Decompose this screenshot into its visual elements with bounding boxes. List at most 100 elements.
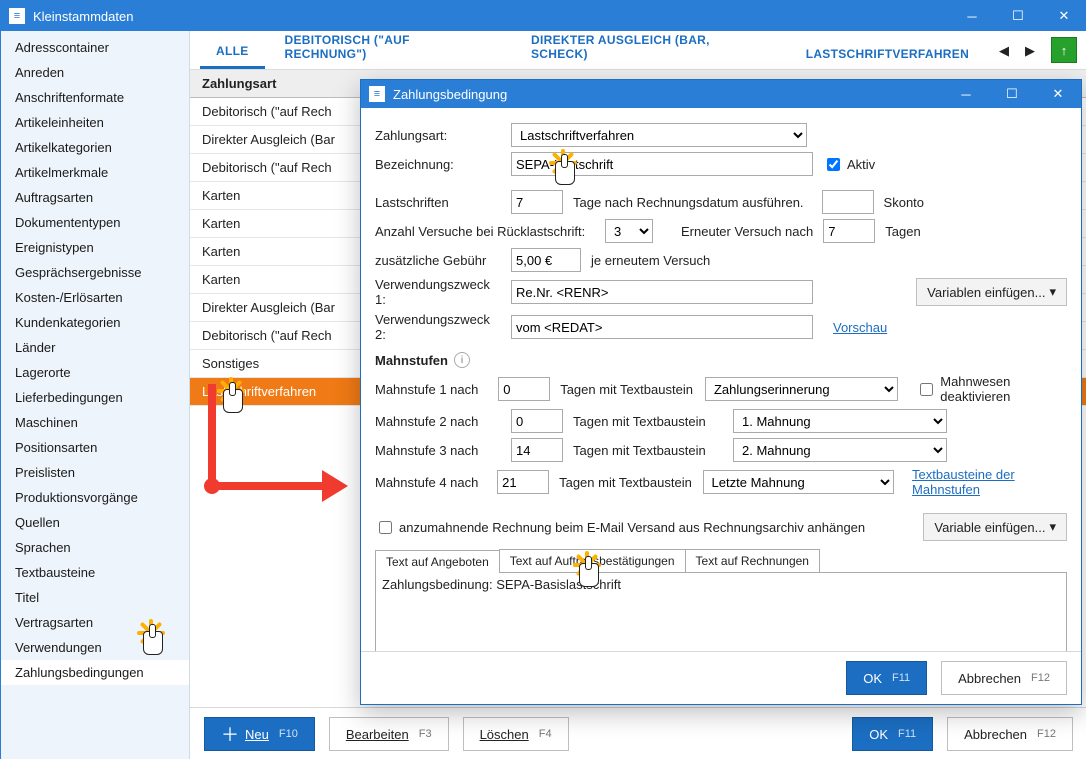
sidebar-item[interactable]: Kundenkategorien — [1, 310, 189, 335]
dialog-title: Zahlungsbedingung — [393, 87, 943, 102]
tagen-label: Tagen — [885, 224, 920, 239]
cancel-button[interactable]: AbbrechenF12 — [947, 717, 1073, 751]
mahnstufen-heading: Mahnstufen — [375, 353, 448, 368]
sidebar-item[interactable]: Preislisten — [1, 460, 189, 485]
chevron-down-icon: ▾ — [1049, 284, 1056, 300]
sidebar-item[interactable]: Auftragsarten — [1, 185, 189, 210]
text-tab[interactable]: Text auf Angeboten — [375, 550, 500, 573]
je-versuch-text: je erneutem Versuch — [591, 253, 710, 268]
sidebar-item[interactable]: Anschriftenformate — [1, 85, 189, 110]
rueck-versuche-select[interactable]: 3 — [605, 219, 653, 243]
anhang-checkbox[interactable]: anzumahnende Rechnung beim E-Mail Versan… — [375, 518, 865, 537]
mahnstufe-label: Mahnstufe 1 nach — [375, 382, 488, 397]
sidebar-item[interactable]: Quellen — [1, 510, 189, 535]
minimize-button[interactable]: ─ — [949, 1, 995, 31]
skonto-input[interactable] — [822, 190, 874, 214]
variablen-einfuegen-button[interactable]: Variablen einfügen... ▾ — [916, 278, 1067, 306]
lastschriften-label: Lastschriften — [375, 195, 501, 210]
delete-button[interactable]: LöschenF4 — [463, 717, 569, 751]
new-button[interactable]: ＋ NeuF10 — [204, 717, 315, 751]
bezeichnung-label: Bezeichnung: — [375, 157, 501, 172]
tagen-text: Tagen mit Textbaustein — [573, 414, 723, 429]
tab[interactable]: ALLE — [200, 34, 265, 69]
dialog-close-button[interactable]: ✕ — [1035, 79, 1081, 109]
sidebar-item[interactable]: Maschinen — [1, 410, 189, 435]
sidebar-item[interactable]: Textbausteine — [1, 560, 189, 585]
sidebar-item[interactable]: Anreden — [1, 60, 189, 85]
close-button[interactable]: ✕ — [1041, 1, 1086, 31]
window-title: Kleinstammdaten — [33, 9, 949, 24]
sidebar-item[interactable]: Verwendungen — [1, 635, 189, 660]
vz1-input[interactable] — [511, 280, 813, 304]
mahnstufe-tage-input[interactable] — [511, 438, 563, 462]
sidebar-item[interactable]: Titel — [1, 585, 189, 610]
mahnstufe-tage-input[interactable] — [497, 470, 549, 494]
anzahl-versuche-label: Anzahl Versuche bei Rücklastschrift: — [375, 224, 595, 239]
sidebar-item[interactable]: Dokumententypen — [1, 210, 189, 235]
sidebar-item[interactable]: Adresscontainer — [1, 35, 189, 60]
sidebar-item[interactable]: Kosten-/Erlösarten — [1, 285, 189, 310]
gebuehr-label: zusätzliche Gebühr — [375, 253, 501, 268]
sidebar-item[interactable]: Positionsarten — [1, 435, 189, 460]
sidebar-item[interactable]: Ereignistypen — [1, 235, 189, 260]
sidebar-item[interactable]: Vertragsarten — [1, 610, 189, 635]
mahnstufe-baustein-select[interactable]: 1. Mahnung — [733, 409, 947, 433]
tab[interactable]: DIREKTER AUSGLEICH (BAR, SCHECK) — [515, 23, 786, 69]
dialog-ok-button[interactable]: OKF11 — [846, 661, 927, 695]
text-content[interactable]: Zahlungsbedinung: SEPA-Basislastschrift — [375, 573, 1067, 651]
plus-icon: ＋ — [221, 721, 239, 747]
erneut-tage-input[interactable] — [823, 219, 875, 243]
tage-nach-text: Tage nach Rechnungsdatum ausführen. — [573, 195, 804, 210]
variable-einfuegen-button[interactable]: Variable einfügen... ▾ — [923, 513, 1067, 541]
sidebar-item[interactable]: Gesprächsergebnisse — [1, 260, 189, 285]
mahnstufe-baustein-select[interactable]: Letzte Mahnung — [703, 470, 895, 494]
dialog-maximize-button[interactable]: ☐ — [989, 79, 1035, 109]
maximize-button[interactable]: ☐ — [995, 1, 1041, 31]
tab[interactable]: LASTSCHRIFTVERFAHREN — [790, 37, 985, 69]
tagen-text: Tagen mit Textbaustein — [560, 382, 695, 397]
vorschau-link[interactable]: Vorschau — [833, 320, 887, 335]
sidebar-item[interactable]: Artikelkategorien — [1, 135, 189, 160]
sidebar-item[interactable]: Länder — [1, 335, 189, 360]
dialog-cancel-button[interactable]: AbbrechenF12 — [941, 661, 1067, 695]
textbausteine-link[interactable]: Textbausteine der Mahnstufen — [912, 467, 1067, 497]
app-icon: ≡ — [9, 8, 25, 24]
sidebar-item[interactable]: Lieferbedingungen — [1, 385, 189, 410]
text-tab[interactable]: Text auf Rechnungen — [685, 549, 820, 572]
mahnstufe-tage-input[interactable] — [511, 409, 563, 433]
mahnstufe-baustein-select[interactable]: Zahlungserinnerung — [705, 377, 898, 401]
export-icon[interactable]: ↑ — [1051, 37, 1077, 63]
zahlungsart-label: Zahlungsart: — [375, 128, 501, 143]
zahlungsart-select[interactable]: Lastschriftverfahren — [511, 123, 807, 147]
sidebar-item[interactable]: Produktionsvorgänge — [1, 485, 189, 510]
ok-button[interactable]: OKF11 — [852, 717, 933, 751]
lastschriften-tage-input[interactable] — [511, 190, 563, 214]
sidebar-item[interactable]: Lagerorte — [1, 360, 189, 385]
gebuehr-input[interactable] — [511, 248, 581, 272]
dialog-icon: ≡ — [369, 86, 385, 102]
mahnstufe-tage-input[interactable] — [498, 377, 550, 401]
sidebar-item[interactable]: Artikeleinheiten — [1, 110, 189, 135]
sidebar-item[interactable]: Sprachen — [1, 535, 189, 560]
tagen-text: Tagen mit Textbaustein — [573, 443, 723, 458]
tab-nav-icon[interactable]: ◀ — [993, 39, 1015, 63]
sidebar-item[interactable]: Artikelmerkmale — [1, 160, 189, 185]
tab-nav-icon[interactable]: ▶ — [1019, 39, 1041, 63]
skonto-label: Skonto — [884, 195, 924, 210]
mahnstufe-label: Mahnstufe 3 nach — [375, 443, 501, 458]
dialog-minimize-button[interactable]: ─ — [943, 79, 989, 109]
chevron-down-icon: ▾ — [1049, 519, 1056, 535]
edit-button[interactable]: BearbeitenF3 — [329, 717, 449, 751]
tab[interactable]: DEBITORISCH ("AUF RECHNUNG") — [269, 23, 511, 69]
aktiv-checkbox[interactable]: Aktiv — [823, 155, 875, 174]
sidebar-item[interactable]: Zahlungsbedingungen — [1, 660, 189, 685]
vz2-label: Verwendungszweck 2: — [375, 312, 501, 342]
bezeichnung-input[interactable] — [511, 152, 813, 176]
mahnwesen-deaktivieren-checkbox[interactable]: Mahnwesen deaktivieren — [916, 374, 1067, 404]
vz1-label: Verwendungszweck 1: — [375, 277, 501, 307]
mahnstufe-baustein-select[interactable]: 2. Mahnung — [733, 438, 947, 462]
info-icon[interactable]: i — [454, 352, 470, 368]
vz2-input[interactable] — [511, 315, 813, 339]
text-tab[interactable]: Text auf Auftragsbestätigungen — [499, 549, 686, 572]
mahnstufe-label: Mahnstufe 4 nach — [375, 475, 487, 490]
